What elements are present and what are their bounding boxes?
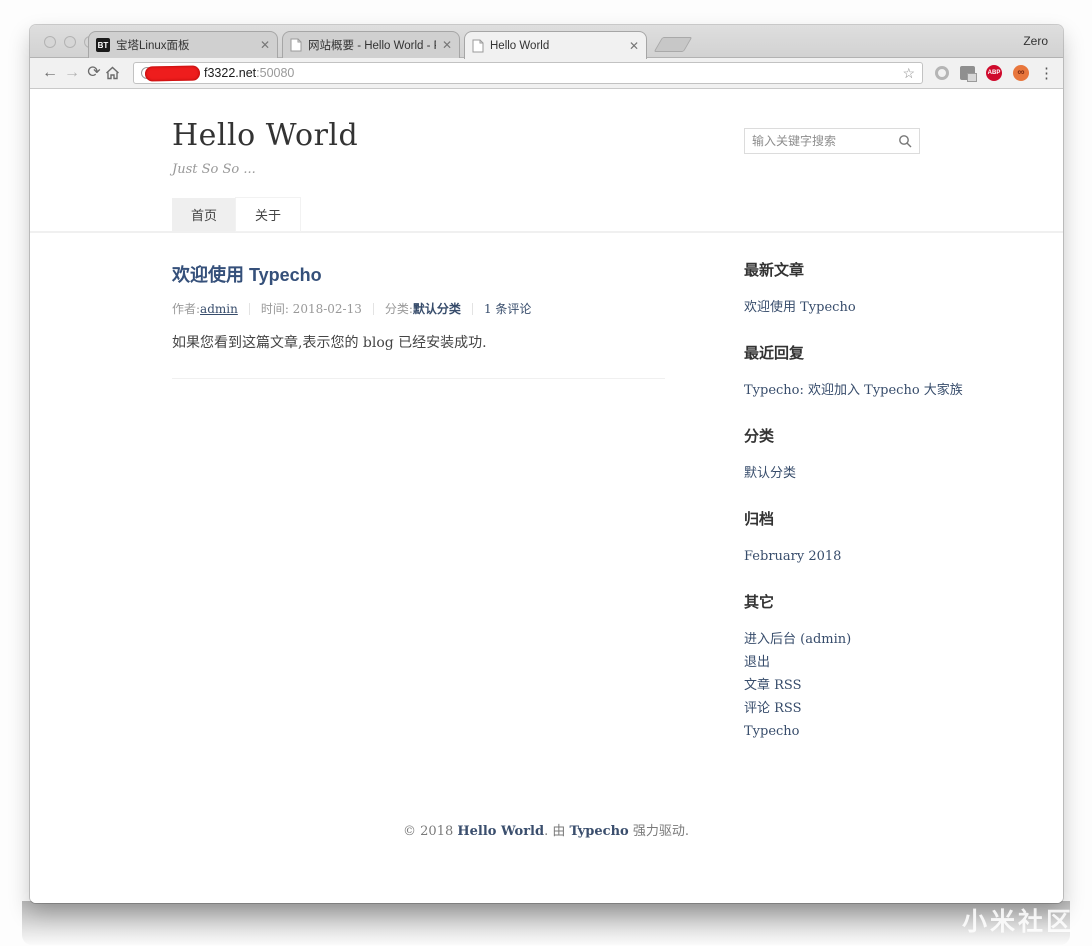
meta-separator [373,303,374,315]
logout-link[interactable]: 退出 [744,652,920,673]
tab-close-icon[interactable]: ✕ [442,38,452,52]
tab-title: 宝塔Linux面板 [116,37,254,53]
sidebar: 最新文章 欢迎使用 Typecho 最近回复 Typecho: 欢迎加入 Typ… [744,233,920,766]
profile-name[interactable]: Zero [1023,34,1048,48]
archive-link[interactable]: February 2018 [744,546,920,567]
footer-typecho-link[interactable]: Typecho [570,824,629,839]
document-favicon [472,39,484,53]
widget-recent-posts: 最新文章 欢迎使用 Typecho [744,259,920,318]
widget-archives: 归档 February 2018 [744,508,920,567]
category-link[interactable]: 默认分类 [413,302,461,316]
new-tab-button[interactable] [654,37,693,52]
page-viewport: Hello World Just So So ... 首页关于 欢迎使用 Typ… [30,90,1063,903]
widget-heading: 归档 [744,508,920,529]
post-body: 如果您看到这篇文章,表示您的 blog 已经安装成功. [172,332,665,352]
widget-heading: 最近回复 [744,342,920,363]
copyright-text: © 2018 [403,824,457,839]
meta-separator [472,303,473,315]
ring-extension-icon[interactable] [935,66,949,80]
comment-rss-link[interactable]: 评论 RSS [744,698,920,719]
footer-suffix-text: 强力驱动. [629,824,689,839]
recent-comment-link[interactable]: Typecho: 欢迎加入 Typecho 大家族 [744,380,920,401]
nav-item-about[interactable]: 关于 [236,198,300,231]
url-host: f3322.net [204,66,256,80]
admin-link[interactable]: 进入后台 (admin) [744,629,920,650]
author-label: 作者: [172,300,200,317]
browser-menu-icon[interactable]: ⋮ [1039,64,1054,82]
site-footer: © 2018 Hello World. 由 Typecho 强力驱动. [172,820,920,839]
tab-close-icon[interactable]: ✕ [260,38,270,52]
nav-item-home[interactable]: 首页 [172,198,236,231]
content-row: 欢迎使用 Typecho 作者: admin 时间: 2018-02-13 分类… [172,233,920,766]
watermark: 小米社区 [962,902,1074,938]
reload-icon[interactable]: ⟳ [83,65,105,81]
close-window-button[interactable] [44,36,56,48]
widget-recent-comments: 最近回复 Typecho: 欢迎加入 Typecho 大家族 [744,342,920,401]
screenshot-stage: 小米社区 BT 宝塔Linux面板 ✕ 网站概要 - Hello World -… [0,0,1092,946]
address-bar[interactable]: f3322.net :50080 ☆ [133,62,923,84]
capture-extension-icon[interactable] [960,66,975,80]
widget-heading: 分类 [744,425,920,446]
baota-favicon: BT [96,38,110,52]
bookmark-star-icon[interactable]: ☆ [902,65,915,82]
tab-title: 网站概要 - Hello World - Powe [308,37,436,53]
tab-strip: BT 宝塔Linux面板 ✕ 网站概要 - Hello World - Powe… [30,25,1063,58]
post-rss-link[interactable]: 文章 RSS [744,675,920,696]
widget-misc: 其它 进入后台 (admin) 退出 文章 RSS 评论 RSS Typecho [744,591,920,742]
site-nav: 首页关于 [30,198,1063,233]
url-port: :50080 [256,66,294,80]
tab-hello-world[interactable]: Hello World ✕ [464,31,647,59]
article: 欢迎使用 Typecho 作者: admin 时间: 2018-02-13 分类… [172,233,665,379]
post-meta: 作者: admin 时间: 2018-02-13 分类: 默认分类 1 条评论 [172,300,665,317]
window-drop-shadow [22,901,1070,945]
typecho-link[interactable]: Typecho [744,721,920,742]
tab-title: Hello World [490,40,623,52]
search-input[interactable] [752,134,898,148]
post-title-link[interactable]: 欢迎使用 Typecho [172,261,665,287]
widget-categories: 分类 默认分类 [744,425,920,484]
redaction-scribble [145,65,200,81]
forward-icon[interactable]: → [61,65,83,81]
document-favicon [290,38,302,52]
browser-window: BT 宝塔Linux面板 ✕ 网站概要 - Hello World - Powe… [30,25,1063,903]
tab-baota-panel[interactable]: BT 宝塔Linux面板 ✕ [88,31,278,58]
tab-site-summary[interactable]: 网站概要 - Hello World - Powe ✕ [282,31,460,58]
footer-middle-text: . 由 [544,824,569,839]
post-divider [172,378,665,379]
search-icon[interactable] [898,134,912,148]
search-box[interactable] [744,128,920,154]
recent-post-link[interactable]: 欢迎使用 Typecho [744,297,920,318]
orange-extension-icon[interactable]: ∞ [1013,65,1029,81]
browser-toolbar: ← → ⟳ f3322.net :50080 ☆ ABP ∞ ⋮ [30,58,1063,89]
author-link[interactable]: admin [200,302,238,316]
site-header: Hello World Just So So ... [172,90,920,177]
extensions-area: ABP ∞ [935,65,1029,81]
meta-separator [249,303,250,315]
minimize-window-button[interactable] [64,36,76,48]
site-subtitle: Just So So ... [172,162,920,177]
back-icon[interactable]: ← [39,65,61,81]
widget-heading: 最新文章 [744,259,920,280]
widget-heading: 其它 [744,591,920,612]
adblock-plus-icon[interactable]: ABP [986,65,1002,81]
footer-site-link[interactable]: Hello World [457,824,544,839]
post-time: 时间: 2018-02-13 [261,300,362,317]
category-link[interactable]: 默认分类 [744,463,920,484]
comments-link[interactable]: 1 条评论 [484,300,531,317]
category-label: 分类: [385,300,413,317]
home-icon[interactable] [105,66,127,80]
tab-close-icon[interactable]: ✕ [629,39,639,53]
